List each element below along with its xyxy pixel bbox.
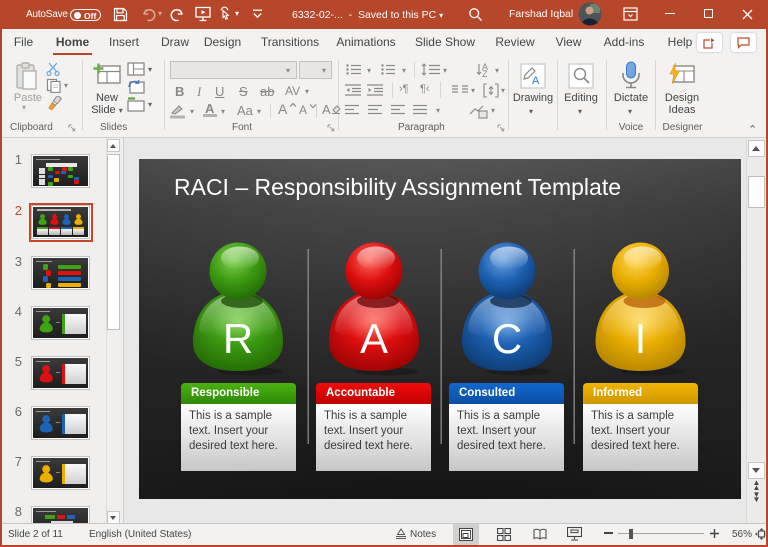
svg-text:I: I (635, 315, 647, 362)
svg-text:A: A (360, 315, 388, 362)
svg-text:Z: Z (482, 69, 488, 78)
svg-text:R: R (223, 315, 253, 362)
svg-text:A: A (532, 75, 540, 87)
svg-text:C: C (492, 315, 522, 362)
